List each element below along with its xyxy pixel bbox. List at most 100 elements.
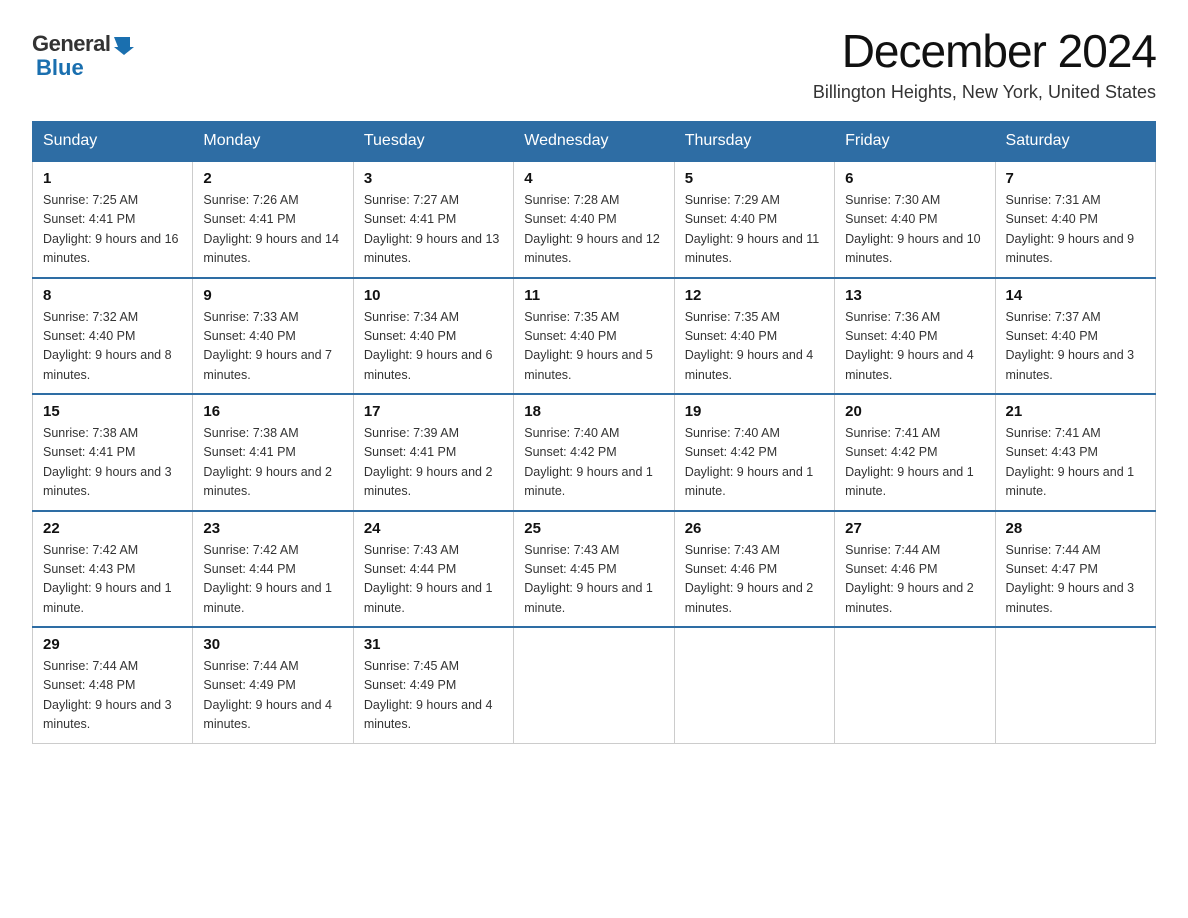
- day-info: Sunrise: 7:44 AMSunset: 4:47 PMDaylight:…: [1006, 541, 1145, 619]
- header-row: Sunday Monday Tuesday Wednesday Thursday…: [33, 122, 1156, 162]
- day-number: 28: [1006, 520, 1145, 537]
- day-info: Sunrise: 7:28 AMSunset: 4:40 PMDaylight:…: [524, 191, 663, 269]
- day-number: 14: [1006, 287, 1145, 304]
- logo-text-blue: Blue: [36, 56, 84, 80]
- day-number: 9: [203, 287, 342, 304]
- day-number: 22: [43, 520, 182, 537]
- day-number: 19: [685, 403, 824, 420]
- day-number: 3: [364, 170, 503, 187]
- table-row: [514, 627, 674, 743]
- header-friday: Friday: [835, 122, 995, 162]
- day-info: Sunrise: 7:34 AMSunset: 4:40 PMDaylight:…: [364, 308, 503, 386]
- day-number: 10: [364, 287, 503, 304]
- day-info: Sunrise: 7:32 AMSunset: 4:40 PMDaylight:…: [43, 308, 182, 386]
- day-number: 5: [685, 170, 824, 187]
- week-row-5: 29 Sunrise: 7:44 AMSunset: 4:48 PMDaylig…: [33, 627, 1156, 743]
- table-row: 30 Sunrise: 7:44 AMSunset: 4:49 PMDaylig…: [193, 627, 353, 743]
- day-number: 7: [1006, 170, 1145, 187]
- day-info: Sunrise: 7:43 AMSunset: 4:46 PMDaylight:…: [685, 541, 824, 619]
- table-row: 29 Sunrise: 7:44 AMSunset: 4:48 PMDaylig…: [33, 627, 193, 743]
- table-row: 19 Sunrise: 7:40 AMSunset: 4:42 PMDaylig…: [674, 394, 834, 511]
- table-row: [835, 627, 995, 743]
- table-row: 27 Sunrise: 7:44 AMSunset: 4:46 PMDaylig…: [835, 511, 995, 628]
- day-number: 11: [524, 287, 663, 304]
- day-info: Sunrise: 7:35 AMSunset: 4:40 PMDaylight:…: [685, 308, 824, 386]
- title-section: December 2024 Billington Heights, New Yo…: [813, 24, 1156, 103]
- table-row: 28 Sunrise: 7:44 AMSunset: 4:47 PMDaylig…: [995, 511, 1155, 628]
- table-row: 25 Sunrise: 7:43 AMSunset: 4:45 PMDaylig…: [514, 511, 674, 628]
- day-number: 18: [524, 403, 663, 420]
- day-number: 2: [203, 170, 342, 187]
- calendar-subtitle: Billington Heights, New York, United Sta…: [813, 82, 1156, 103]
- day-number: 31: [364, 636, 503, 653]
- day-number: 20: [845, 403, 984, 420]
- table-row: [674, 627, 834, 743]
- table-row: 18 Sunrise: 7:40 AMSunset: 4:42 PMDaylig…: [514, 394, 674, 511]
- header-sunday: Sunday: [33, 122, 193, 162]
- day-info: Sunrise: 7:44 AMSunset: 4:46 PMDaylight:…: [845, 541, 984, 619]
- day-number: 25: [524, 520, 663, 537]
- week-row-4: 22 Sunrise: 7:42 AMSunset: 4:43 PMDaylig…: [33, 511, 1156, 628]
- table-row: 10 Sunrise: 7:34 AMSunset: 4:40 PMDaylig…: [353, 278, 513, 395]
- day-info: Sunrise: 7:36 AMSunset: 4:40 PMDaylight:…: [845, 308, 984, 386]
- table-row: 14 Sunrise: 7:37 AMSunset: 4:40 PMDaylig…: [995, 278, 1155, 395]
- day-info: Sunrise: 7:45 AMSunset: 4:49 PMDaylight:…: [364, 657, 503, 735]
- logo: General Blue: [32, 32, 134, 80]
- week-row-3: 15 Sunrise: 7:38 AMSunset: 4:41 PMDaylig…: [33, 394, 1156, 511]
- day-info: Sunrise: 7:42 AMSunset: 4:43 PMDaylight:…: [43, 541, 182, 619]
- day-info: Sunrise: 7:29 AMSunset: 4:40 PMDaylight:…: [685, 191, 824, 269]
- table-row: 22 Sunrise: 7:42 AMSunset: 4:43 PMDaylig…: [33, 511, 193, 628]
- day-info: Sunrise: 7:42 AMSunset: 4:44 PMDaylight:…: [203, 541, 342, 619]
- day-number: 17: [364, 403, 503, 420]
- calendar-table: Sunday Monday Tuesday Wednesday Thursday…: [32, 121, 1156, 744]
- day-info: Sunrise: 7:44 AMSunset: 4:49 PMDaylight:…: [203, 657, 342, 735]
- day-info: Sunrise: 7:38 AMSunset: 4:41 PMDaylight:…: [203, 424, 342, 502]
- day-info: Sunrise: 7:43 AMSunset: 4:45 PMDaylight:…: [524, 541, 663, 619]
- table-row: 4 Sunrise: 7:28 AMSunset: 4:40 PMDayligh…: [514, 161, 674, 278]
- day-info: Sunrise: 7:37 AMSunset: 4:40 PMDaylight:…: [1006, 308, 1145, 386]
- day-info: Sunrise: 7:44 AMSunset: 4:48 PMDaylight:…: [43, 657, 182, 735]
- table-row: 13 Sunrise: 7:36 AMSunset: 4:40 PMDaylig…: [835, 278, 995, 395]
- day-number: 27: [845, 520, 984, 537]
- day-info: Sunrise: 7:43 AMSunset: 4:44 PMDaylight:…: [364, 541, 503, 619]
- table-row: 24 Sunrise: 7:43 AMSunset: 4:44 PMDaylig…: [353, 511, 513, 628]
- day-info: Sunrise: 7:33 AMSunset: 4:40 PMDaylight:…: [203, 308, 342, 386]
- logo-arrow-icon: [112, 33, 134, 55]
- table-row: 21 Sunrise: 7:41 AMSunset: 4:43 PMDaylig…: [995, 394, 1155, 511]
- day-number: 29: [43, 636, 182, 653]
- day-number: 4: [524, 170, 663, 187]
- table-row: [995, 627, 1155, 743]
- day-info: Sunrise: 7:30 AMSunset: 4:40 PMDaylight:…: [845, 191, 984, 269]
- day-info: Sunrise: 7:27 AMSunset: 4:41 PMDaylight:…: [364, 191, 503, 269]
- table-row: 16 Sunrise: 7:38 AMSunset: 4:41 PMDaylig…: [193, 394, 353, 511]
- day-info: Sunrise: 7:31 AMSunset: 4:40 PMDaylight:…: [1006, 191, 1145, 269]
- week-row-2: 8 Sunrise: 7:32 AMSunset: 4:40 PMDayligh…: [33, 278, 1156, 395]
- table-row: 12 Sunrise: 7:35 AMSunset: 4:40 PMDaylig…: [674, 278, 834, 395]
- day-info: Sunrise: 7:40 AMSunset: 4:42 PMDaylight:…: [685, 424, 824, 502]
- table-row: 17 Sunrise: 7:39 AMSunset: 4:41 PMDaylig…: [353, 394, 513, 511]
- table-row: 23 Sunrise: 7:42 AMSunset: 4:44 PMDaylig…: [193, 511, 353, 628]
- header-tuesday: Tuesday: [353, 122, 513, 162]
- page-header: General Blue December 2024 Billington He…: [32, 24, 1156, 103]
- day-info: Sunrise: 7:35 AMSunset: 4:40 PMDaylight:…: [524, 308, 663, 386]
- day-info: Sunrise: 7:39 AMSunset: 4:41 PMDaylight:…: [364, 424, 503, 502]
- day-number: 24: [364, 520, 503, 537]
- day-info: Sunrise: 7:26 AMSunset: 4:41 PMDaylight:…: [203, 191, 342, 269]
- calendar-title: December 2024: [813, 24, 1156, 78]
- table-row: 6 Sunrise: 7:30 AMSunset: 4:40 PMDayligh…: [835, 161, 995, 278]
- day-info: Sunrise: 7:40 AMSunset: 4:42 PMDaylight:…: [524, 424, 663, 502]
- day-number: 12: [685, 287, 824, 304]
- day-info: Sunrise: 7:41 AMSunset: 4:43 PMDaylight:…: [1006, 424, 1145, 502]
- header-thursday: Thursday: [674, 122, 834, 162]
- day-number: 1: [43, 170, 182, 187]
- day-number: 26: [685, 520, 824, 537]
- table-row: 9 Sunrise: 7:33 AMSunset: 4:40 PMDayligh…: [193, 278, 353, 395]
- day-number: 30: [203, 636, 342, 653]
- day-number: 13: [845, 287, 984, 304]
- header-saturday: Saturday: [995, 122, 1155, 162]
- table-row: 7 Sunrise: 7:31 AMSunset: 4:40 PMDayligh…: [995, 161, 1155, 278]
- table-row: 1 Sunrise: 7:25 AMSunset: 4:41 PMDayligh…: [33, 161, 193, 278]
- week-row-1: 1 Sunrise: 7:25 AMSunset: 4:41 PMDayligh…: [33, 161, 1156, 278]
- day-info: Sunrise: 7:41 AMSunset: 4:42 PMDaylight:…: [845, 424, 984, 502]
- table-row: 31 Sunrise: 7:45 AMSunset: 4:49 PMDaylig…: [353, 627, 513, 743]
